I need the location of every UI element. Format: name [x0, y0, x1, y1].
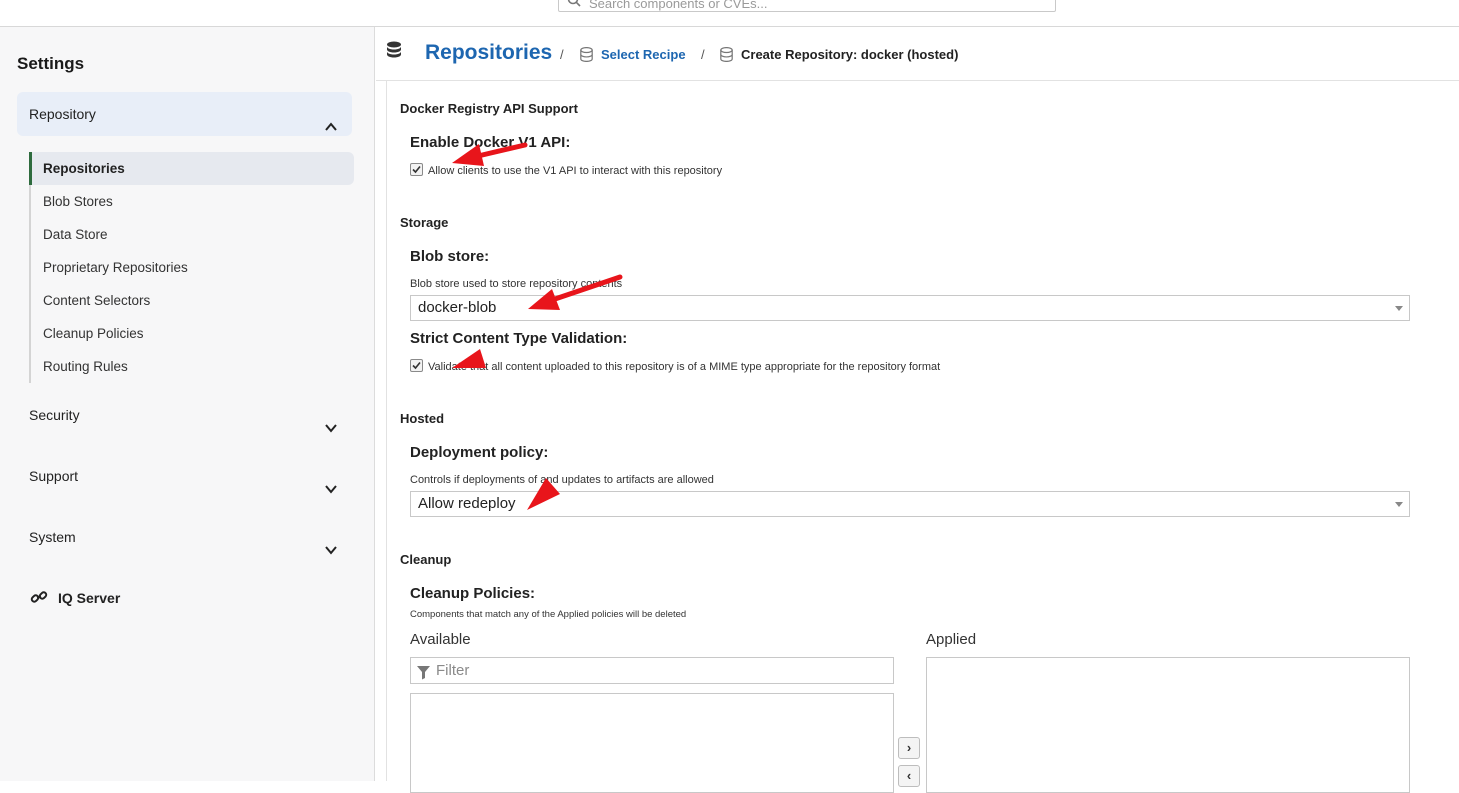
sidebar-item-label: Proprietary Repositories — [43, 260, 188, 275]
available-label: Available — [410, 631, 471, 648]
section-security-label: Security — [29, 407, 80, 423]
section-storage: Storage — [400, 215, 449, 230]
deployment-policy-help: Controls if deployments of and updates t… — [410, 474, 714, 486]
section-system-label: System — [29, 529, 76, 545]
section-docker-api: Docker Registry API Support — [400, 101, 578, 116]
section-repository[interactable]: Repository — [17, 92, 352, 136]
iq-server-label: IQ Server — [58, 590, 121, 607]
breadcrumb: Repositories / Select Recipe / Create Re… — [376, 27, 1459, 81]
strict-validation-checkbox[interactable] — [410, 359, 423, 372]
repository-nav-list: Repositories Blob Stores Data Store Prop… — [29, 152, 354, 383]
blob-store-value: docker-blob — [418, 299, 497, 316]
strict-validation-text: Validate that all content uploaded to th… — [428, 361, 941, 373]
enable-v1-text: Allow clients to use the V1 API to inter… — [428, 165, 723, 177]
section-system[interactable]: System — [17, 515, 352, 559]
chevron-down-icon — [324, 530, 338, 574]
search-icon — [567, 0, 581, 11]
section-security[interactable]: Security — [17, 393, 352, 437]
enable-v1-checkbox[interactable] — [410, 163, 423, 176]
database-icon — [580, 46, 593, 67]
blob-store-help: Blob store used to store repository cont… — [410, 278, 623, 290]
breadcrumb-current: Create Repository: docker (hosted) — [741, 47, 959, 62]
filter-placeholder: Filter — [436, 662, 470, 679]
deployment-policy-label: Deployment policy: — [410, 444, 549, 461]
cleanup-policies-label: Cleanup Policies: — [410, 585, 536, 602]
breadcrumb-select-recipe[interactable]: Select Recipe — [601, 47, 686, 62]
enable-v1-label: Enable Docker V1 API: — [410, 134, 571, 151]
caret-down-icon — [1395, 502, 1403, 507]
filter-input[interactable]: Filter — [410, 657, 894, 684]
cleanup-policies-help: Components that match any of the Applied… — [410, 609, 687, 620]
section-hosted: Hosted — [400, 411, 445, 426]
move-left-button[interactable]: ‹ — [898, 765, 920, 787]
sidebar-title: Settings — [17, 54, 85, 73]
section-cleanup: Cleanup — [400, 552, 452, 567]
caret-down-icon — [1395, 306, 1403, 311]
sidebar-item-routing-rules[interactable]: Routing Rules — [31, 350, 354, 383]
sidebar-item-label: Cleanup Policies — [43, 326, 144, 341]
sidebar-item-label: Data Store — [43, 227, 108, 242]
repository-form: Docker Registry API Support Enable Docke… — [386, 81, 1459, 793]
chevron-up-icon — [324, 107, 338, 151]
page-title[interactable]: Repositories — [425, 41, 552, 65]
top-bar: Search components or CVEs... — [0, 0, 1459, 27]
settings-sidebar: Settings Repository Repositories Blob St… — [0, 27, 375, 781]
search-input[interactable]: Search components or CVEs... — [558, 0, 1056, 12]
move-right-button[interactable]: › — [898, 737, 920, 759]
chevron-down-icon — [324, 469, 338, 513]
strict-validation-checkbox-row[interactable]: Validate that all content uploaded to th… — [410, 359, 940, 374]
sidebar-item-blob-stores[interactable]: Blob Stores — [31, 185, 354, 218]
chevron-down-icon — [324, 408, 338, 452]
breadcrumb-separator: / — [701, 47, 705, 62]
deployment-policy-select[interactable]: Allow redeploy — [410, 491, 1410, 517]
link-icon — [30, 588, 48, 611]
strict-validation-label: Strict Content Type Validation: — [410, 330, 628, 347]
sidebar-item-label: Content Selectors — [43, 293, 151, 308]
enable-v1-checkbox-row[interactable]: Allow clients to use the V1 API to inter… — [410, 163, 722, 178]
sidebar-item-label: Blob Stores — [43, 194, 113, 209]
database-icon — [720, 46, 733, 67]
applied-label: Applied — [926, 631, 977, 648]
sidebar-item-content-selectors[interactable]: Content Selectors — [31, 284, 354, 317]
sidebar-item-label: Repositories — [43, 161, 125, 176]
available-policies-list[interactable] — [410, 693, 894, 793]
filter-icon — [416, 663, 431, 688]
breadcrumb-separator: / — [560, 47, 564, 62]
blob-store-select[interactable]: docker-blob — [410, 295, 1410, 321]
sidebar-item-label: Routing Rules — [43, 359, 128, 374]
sidebar-item-data-store[interactable]: Data Store — [31, 218, 354, 251]
deployment-policy-value: Allow redeploy — [418, 495, 516, 512]
blob-store-label: Blob store: — [410, 248, 490, 265]
iq-server-link[interactable]: IQ Server — [30, 588, 120, 611]
sidebar-item-proprietary-repositories[interactable]: Proprietary Repositories — [31, 251, 354, 284]
sidebar-item-cleanup-policies[interactable]: Cleanup Policies — [31, 317, 354, 350]
database-icon — [386, 41, 402, 64]
section-support[interactable]: Support — [17, 454, 352, 498]
sidebar-item-repositories[interactable]: Repositories — [29, 152, 354, 185]
applied-policies-list[interactable] — [926, 657, 1410, 793]
section-support-label: Support — [29, 468, 79, 484]
section-repository-label: Repository — [29, 106, 96, 122]
search-placeholder: Search components or CVEs... — [589, 0, 768, 11]
